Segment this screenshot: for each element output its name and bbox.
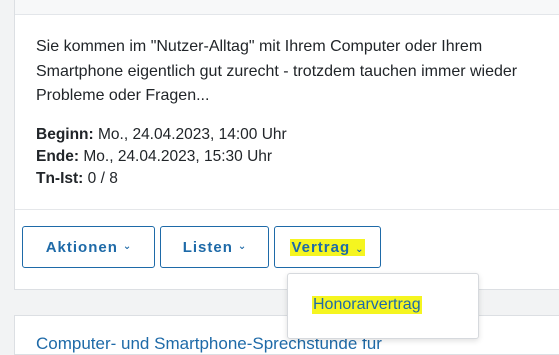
chevron-down-icon: ⌄	[122, 240, 132, 252]
end-row: Ende: Mo., 24.04.2023, 15:30 Uhr	[36, 146, 516, 168]
vertrag-label: Vertrag ⌄	[290, 238, 365, 256]
vertrag-button[interactable]: Vertrag ⌄	[274, 226, 381, 268]
card-header-strip	[15, 0, 559, 15]
begin-value: Mo., 24.04.2023, 14:00 Uhr	[93, 126, 287, 143]
begin-label: Beginn:	[36, 126, 94, 143]
aktionen-button[interactable]: Aktionen ⌄	[22, 226, 155, 268]
chevron-down-icon: ⌄	[355, 243, 364, 255]
card-divider	[15, 209, 559, 210]
course-description: Sie kommen im "Nutzer-Alltag" mit Ihrem …	[36, 38, 518, 104]
vertrag-dropdown-menu: Honorarvertrag	[287, 273, 479, 339]
menu-item-honorarvertrag[interactable]: Honorarvertrag	[312, 296, 422, 314]
begin-row: Beginn: Mo., 24.04.2023, 14:00 Uhr	[36, 124, 516, 146]
course-meta: Beginn: Mo., 24.04.2023, 14:00 Uhr Ende:…	[36, 124, 516, 190]
aktionen-label: Aktionen	[45, 238, 118, 256]
participants-row: Tn-Ist: 0 / 8	[36, 168, 516, 190]
end-label: Ende:	[36, 148, 80, 165]
listen-label: Listen	[182, 238, 233, 256]
listen-button[interactable]: Listen ⌄	[160, 226, 269, 268]
chevron-down-icon: ⌄	[237, 240, 247, 252]
participants-value: 0 / 8	[83, 170, 118, 187]
participants-label: Tn-Ist:	[36, 170, 84, 187]
end-value: Mo., 24.04.2023, 15:30 Uhr	[79, 148, 273, 165]
